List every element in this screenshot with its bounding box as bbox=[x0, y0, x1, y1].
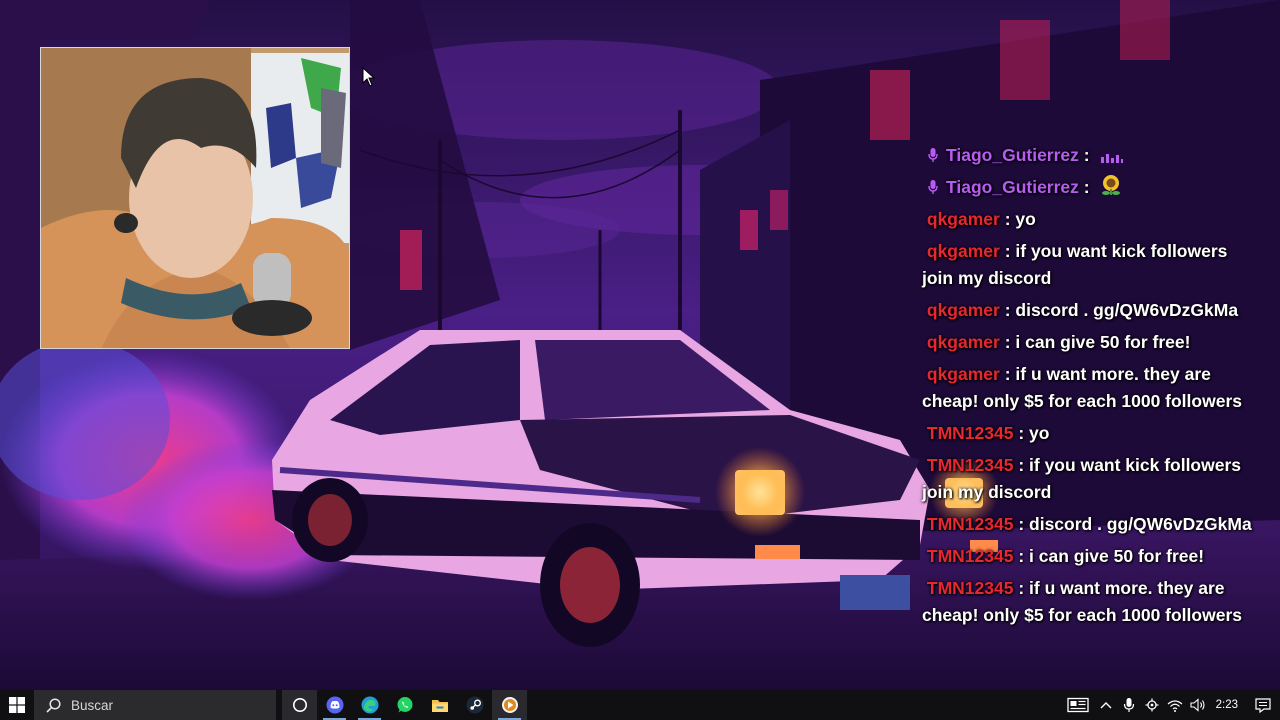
edge-icon bbox=[361, 696, 378, 714]
media-player-icon bbox=[501, 697, 518, 713]
tray-location[interactable] bbox=[1141, 690, 1164, 720]
taskbar-search-box[interactable]: Buscar bbox=[34, 690, 276, 720]
tray-microphone[interactable] bbox=[1118, 690, 1141, 720]
chat-username[interactable]: qkgamer bbox=[927, 300, 1000, 320]
chat-separator: : bbox=[1078, 177, 1095, 197]
file-explorer-icon bbox=[431, 700, 448, 712]
chat-message: TMN12345 : yo bbox=[922, 420, 1262, 447]
chat-message: qkgamer : yo bbox=[922, 206, 1262, 233]
taskbar-clock[interactable]: 2:23 bbox=[1216, 699, 1238, 711]
taskbar-whatsapp[interactable] bbox=[387, 690, 422, 720]
taskbar-media-player[interactable] bbox=[492, 690, 527, 720]
chat-message-text: i can give 50 for free! bbox=[1029, 546, 1205, 566]
microphone-badge-icon bbox=[928, 148, 938, 162]
chat-separator: : bbox=[1013, 423, 1030, 443]
steam-icon bbox=[466, 696, 483, 714]
chat-separator: : bbox=[999, 332, 1016, 352]
chat-message: TMN12345 : i can give 50 for free! bbox=[922, 543, 1262, 570]
chat-username[interactable]: TMN12345 bbox=[927, 578, 1014, 598]
taskbar-steam[interactable] bbox=[457, 690, 492, 720]
tray-volume[interactable] bbox=[1187, 690, 1210, 720]
chat-username[interactable]: TMN12345 bbox=[927, 455, 1014, 475]
chat-message: TMN12345 : if u want more. they are chea… bbox=[922, 575, 1262, 629]
notification-icon bbox=[1255, 697, 1271, 713]
chat-message: TMN12345 : discord . gg/QW6vDzGkMa bbox=[922, 511, 1262, 538]
tray-show-hidden[interactable] bbox=[1095, 690, 1118, 720]
chat-separator: : bbox=[999, 364, 1016, 384]
chat-message-text: discord . gg/QW6vDzGkMa bbox=[1015, 300, 1239, 320]
chat-username[interactable]: qkgamer bbox=[927, 364, 1000, 384]
taskbar-discord[interactable] bbox=[317, 690, 352, 720]
chat-message: Tiago_Gutierrez : bbox=[922, 142, 1262, 169]
webcam-overlay bbox=[40, 47, 350, 349]
taskbar-edge[interactable] bbox=[352, 690, 387, 720]
discord-icon bbox=[326, 696, 343, 714]
taskbar-file-explorer[interactable] bbox=[422, 690, 457, 720]
windows-logo-icon bbox=[9, 697, 25, 713]
taskbar-cortana[interactable] bbox=[282, 690, 317, 720]
action-center-button[interactable] bbox=[1246, 690, 1280, 720]
location-icon bbox=[1145, 698, 1159, 712]
chat-message: qkgamer : if u want more. they are cheap… bbox=[922, 361, 1262, 415]
chat-message-text: discord . gg/QW6vDzGkMa bbox=[1029, 514, 1252, 534]
search-icon bbox=[46, 697, 61, 713]
chat-separator: : bbox=[1013, 546, 1030, 566]
microphone-badge-icon bbox=[928, 180, 938, 194]
chat-message: qkgamer : i can give 50 for free! bbox=[922, 329, 1262, 356]
search-placeholder: Buscar bbox=[71, 697, 114, 713]
chat-message-text: yo bbox=[1015, 209, 1036, 229]
chat-username[interactable]: TMN12345 bbox=[927, 546, 1014, 566]
chat-separator: : bbox=[1013, 455, 1030, 475]
chat-username[interactable]: qkgamer bbox=[927, 209, 1000, 229]
chat-username[interactable]: TMN12345 bbox=[927, 423, 1014, 443]
chat-message: qkgamer : discord . gg/QW6vDzGkMa bbox=[922, 297, 1262, 324]
cortana-icon bbox=[292, 698, 307, 712]
chat-separator: : bbox=[1013, 514, 1030, 534]
chat-separator: : bbox=[999, 300, 1016, 320]
chat-username[interactable]: Tiago_Gutierrez bbox=[946, 145, 1079, 165]
chat-username[interactable]: TMN12345 bbox=[927, 514, 1014, 534]
chat-username[interactable]: Tiago_Gutierrez bbox=[946, 177, 1079, 197]
start-button[interactable] bbox=[0, 690, 34, 720]
chat-username[interactable]: qkgamer bbox=[927, 332, 1000, 352]
chat-separator: : bbox=[999, 241, 1016, 261]
chat-message-text: i can give 50 for free! bbox=[1015, 332, 1191, 352]
tray-wifi[interactable] bbox=[1164, 690, 1187, 720]
chevron-up-icon bbox=[1100, 702, 1112, 709]
tray-news-widget[interactable] bbox=[1061, 690, 1095, 720]
news-icon bbox=[1066, 697, 1089, 713]
chat-separator: : bbox=[999, 209, 1016, 229]
chat-message: Tiago_Gutierrez : bbox=[922, 174, 1262, 201]
taskbar: Buscar 2:23 bbox=[0, 690, 1280, 720]
whatsapp-icon bbox=[397, 697, 412, 713]
chat-overlay: Tiago_Gutierrez : Tiago_Gutierrez : qkga… bbox=[922, 142, 1262, 634]
wifi-icon bbox=[1167, 699, 1183, 712]
mouse-cursor bbox=[362, 67, 376, 87]
bars-emote-icon bbox=[1101, 154, 1124, 163]
microphone-icon bbox=[1124, 698, 1135, 712]
chat-separator: : bbox=[1013, 578, 1030, 598]
speaker-icon bbox=[1190, 698, 1205, 712]
chat-username[interactable]: qkgamer bbox=[927, 241, 1000, 261]
chat-separator: : bbox=[1078, 145, 1095, 165]
chat-message-text: yo bbox=[1029, 423, 1050, 443]
sunflower-emote-icon bbox=[1102, 175, 1121, 195]
chat-message: TMN12345 : if you want kick followers jo… bbox=[922, 452, 1262, 506]
chat-message: qkgamer : if you want kick followers joi… bbox=[922, 238, 1262, 292]
